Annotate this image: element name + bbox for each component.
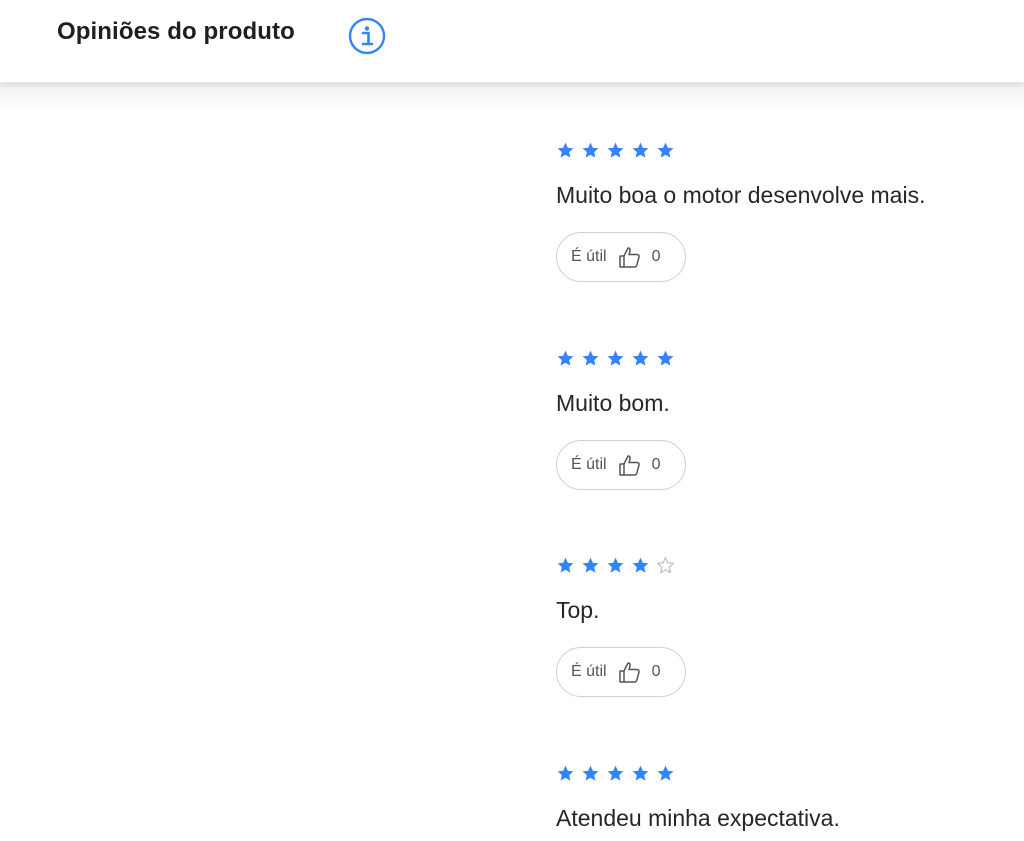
useful-label: É útil — [571, 663, 607, 680]
star-filled-icon — [556, 764, 575, 783]
thumbs-up-icon — [617, 659, 643, 685]
useful-count: 0 — [651, 456, 661, 473]
useful-button[interactable]: É útil 0 — [556, 232, 686, 282]
review-item: Top. É útil 0 — [556, 555, 686, 697]
star-filled-icon — [556, 349, 575, 368]
star-filled-icon — [631, 556, 650, 575]
star-rating — [556, 763, 675, 783]
star-filled-icon — [631, 141, 650, 160]
header-shadow — [0, 83, 1024, 113]
useful-label: É útil — [571, 248, 607, 265]
star-rating — [556, 555, 675, 575]
star-rating — [556, 348, 675, 368]
star-filled-icon — [631, 349, 650, 368]
star-filled-icon — [606, 556, 625, 575]
star-filled-icon — [606, 764, 625, 783]
useful-button[interactable]: É útil 0 — [556, 647, 686, 697]
review-item: Atendeu minha expectativa. — [556, 763, 840, 831]
star-filled-icon — [581, 556, 600, 575]
star-filled-icon — [656, 141, 675, 160]
useful-label: É útil — [571, 456, 607, 473]
star-filled-icon — [631, 764, 650, 783]
review-item: Muito boa o motor desenvolve mais. É úti… — [556, 140, 925, 282]
star-filled-icon — [606, 349, 625, 368]
review-text: Top. — [556, 597, 600, 623]
star-filled-icon — [556, 556, 575, 575]
star-filled-icon — [581, 764, 600, 783]
review-text: Muito boa o motor desenvolve mais. — [556, 182, 926, 208]
star-filled-icon — [581, 349, 600, 368]
star-filled-icon — [581, 141, 600, 160]
review-text: Atendeu minha expectativa. — [556, 805, 840, 831]
star-filled-icon — [556, 141, 575, 160]
useful-button[interactable]: É útil 0 — [556, 440, 686, 490]
thumbs-up-icon — [617, 244, 643, 270]
thumbs-up-icon — [617, 452, 643, 478]
useful-count: 0 — [651, 663, 661, 680]
review-item: Muito bom. É útil 0 — [556, 348, 686, 490]
info-icon[interactable] — [348, 17, 386, 55]
reviews-header: Opiniões do produto — [0, 0, 1024, 83]
star-empty-icon — [656, 556, 675, 575]
star-filled-icon — [656, 349, 675, 368]
star-rating — [556, 140, 675, 160]
star-filled-icon — [606, 141, 625, 160]
review-text: Muito bom. — [556, 390, 670, 416]
page-title: Opiniões do produto — [57, 18, 295, 45]
star-filled-icon — [656, 764, 675, 783]
useful-count: 0 — [651, 248, 661, 265]
